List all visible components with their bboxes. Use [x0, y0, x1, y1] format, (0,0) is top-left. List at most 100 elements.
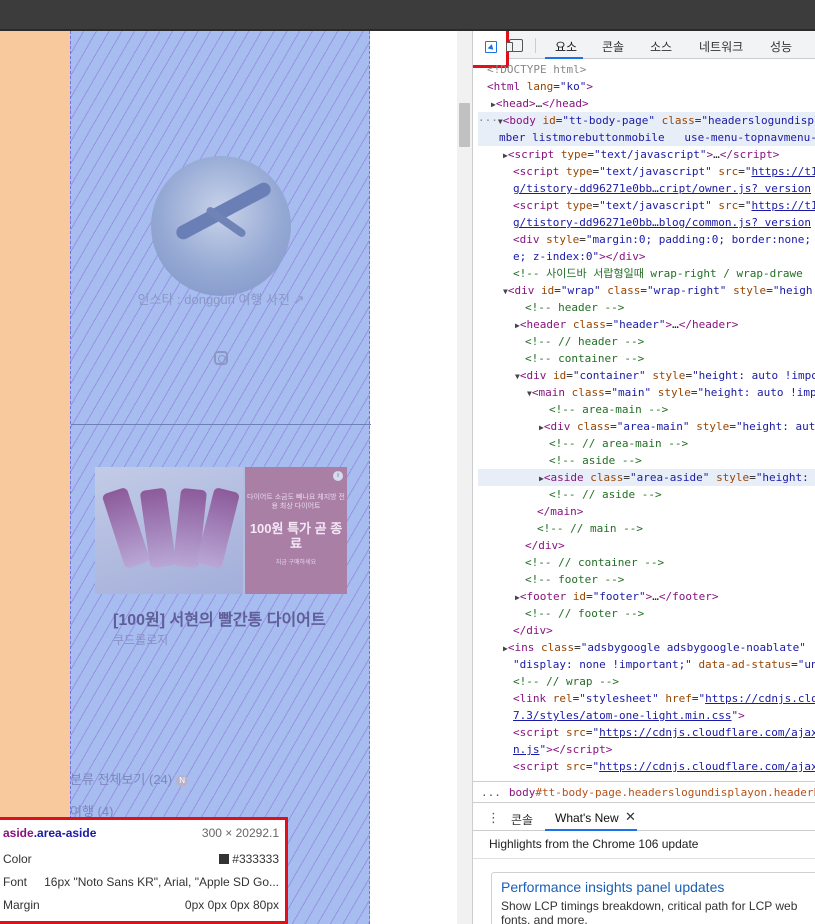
dom-tree-line[interactable]: <!-- header -->: [525, 299, 624, 316]
ad-banner[interactable]: 다이어트 소금도 빼나요 체지방 전용 최상 다이어트 100원 특가 곧 종료…: [95, 467, 347, 594]
dom-tree-line[interactable]: <script type="text/javascript" src="http…: [513, 197, 815, 214]
dom-tree-line[interactable]: g/tistory-dd96271e0bb…blog/common.js? ve…: [513, 214, 811, 231]
tab-sources[interactable]: 소스: [650, 38, 672, 55]
dom-tree-line[interactable]: <!-- aside -->: [549, 452, 642, 469]
breadcrumb-more[interactable]: ...: [473, 786, 509, 799]
dom-tree-line[interactable]: 7.3/styles/atom-one-light.min.css">: [513, 707, 745, 724]
dom-tree-line[interactable]: </main>: [537, 503, 583, 520]
dom-tree-line[interactable]: ▶<div class="area-main" style="height: a…: [539, 418, 815, 435]
dom-tree-line[interactable]: ···▼<body id="tt-body-page" class="heade…: [478, 112, 815, 129]
dom-tree-line[interactable]: <!-- container -->: [525, 350, 644, 367]
drawer-toolbar: ⋮ 콘솔 What's New ✕: [473, 805, 815, 831]
dom-tree-line[interactable]: <!-- // wrap -->: [513, 673, 619, 690]
tooltip-color-value: #333333: [232, 851, 279, 866]
tab-performance[interactable]: 성능: [770, 38, 792, 55]
dom-tree-line[interactable]: <!-- // aside -->: [549, 486, 662, 503]
inspected-aside-highlight: 인스타 : dongguri 여행 사진 ↗ 다이어트 소금도 빼나요 체지방 …: [70, 31, 371, 924]
dom-tree-line[interactable]: n.js"></script>: [513, 741, 612, 758]
breadcrumb-tag[interactable]: body: [509, 786, 536, 799]
dom-tree-line[interactable]: ▶<ins class="adsbygoogle adsbygoogle-noa…: [503, 639, 806, 656]
page-left-background: [0, 31, 70, 924]
tab-network[interactable]: 네트워크: [699, 38, 743, 55]
drawer-menu-icon[interactable]: ⋮: [487, 810, 500, 826]
dom-tree-line[interactable]: </div>: [525, 537, 565, 554]
tooltip-selector: aside.area-aside: [3, 826, 96, 840]
dom-tree-line[interactable]: <script type="text/javascript" src="http…: [513, 163, 815, 180]
ad-promo-panel: 다이어트 소금도 빼나요 체지방 전용 최상 다이어트 100원 특가 곧 종료…: [245, 467, 347, 594]
ad-subtitle[interactable]: 쿠드롤로지: [113, 631, 168, 648]
dom-tree-line[interactable]: <!-- // header -->: [525, 333, 644, 350]
close-icon[interactable]: ✕: [625, 809, 636, 825]
browser-top-bar: [0, 0, 815, 31]
instagram-icon[interactable]: [214, 351, 228, 365]
drawer-tab-console[interactable]: 콘솔: [511, 811, 533, 828]
drawer-tab-whats-new[interactable]: What's New: [555, 811, 619, 825]
breadcrumb: ... body#tt-body-page.headerslogundisplay…: [473, 781, 815, 803]
dom-tree-line[interactable]: ▶<script type="text/javascript">…</scrip…: [503, 146, 779, 163]
dom-tree-line[interactable]: <script src="https://cdnjs.cloudflare.co…: [513, 758, 815, 775]
devtools-toolbar: 요소 콘솔 소스 네트워크 성능: [473, 31, 815, 68]
dom-tree-line[interactable]: <div style="margin:0; padding:0; border:…: [513, 231, 811, 248]
tooltip-size: 300 × 20292.1: [201, 826, 279, 840]
dom-tree-line[interactable]: g/tistory-dd96271e0bb…cript/owner.js? ve…: [513, 180, 811, 197]
tab-console[interactable]: 콘솔: [602, 38, 624, 55]
ad-title[interactable]: [100원] 서현의 빨간통 다이어트: [113, 606, 326, 630]
page-scrollbar[interactable]: [457, 31, 472, 924]
dom-tree-line[interactable]: <!-- // main -->: [537, 520, 643, 537]
dom-tree-line[interactable]: e; z-index:0"></div>: [513, 248, 645, 265]
new-badge: N: [176, 774, 189, 787]
ad-small-text: 다이어트 소금도 빼나요 체지방 전용 최상 다이어트: [247, 494, 345, 510]
instagram-link[interactable]: 인스타 : dongguri 여행 사진 ↗: [71, 289, 371, 308]
dom-tree-line[interactable]: <!-- 사이드바 서랍형일때 wrap-right / wrap-drawe: [513, 265, 803, 282]
color-swatch: [219, 853, 230, 864]
dom-tree-line[interactable]: <script src="https://cdnjs.cloudflare.co…: [513, 724, 815, 741]
whats-new-heading: Highlights from the Chrome 106 update: [489, 837, 699, 851]
aside-divider: [71, 424, 371, 425]
dom-tree-line[interactable]: ▶<footer id="footer">…</footer>: [515, 588, 719, 605]
card-title[interactable]: Performance insights panel updates: [501, 879, 815, 895]
dom-tree-line[interactable]: <!-- // container -->: [525, 554, 664, 571]
tooltip-row-color: Color #333333: [3, 847, 279, 870]
dom-tree-line[interactable]: mber listmorebuttonmobile use-menu-topna…: [478, 129, 815, 146]
tooltip-key: Color: [3, 851, 32, 866]
tooltip-value: 0px 0px 0px 80px: [184, 897, 279, 912]
dom-tree-line[interactable]: <!-- // footer -->: [525, 605, 644, 622]
toolbar-separator: [535, 38, 536, 53]
dom-tree-line[interactable]: <!DOCTYPE html>: [487, 61, 586, 78]
dom-tree-line[interactable]: <!-- // area-main -->: [549, 435, 688, 452]
tooltip-value: #333333: [219, 852, 279, 866]
dom-tree-line[interactable]: <link rel="stylesheet" href="https://cdn…: [513, 690, 815, 707]
category-all-label: 분류 전체보기 (24): [70, 772, 173, 787]
dom-tree-line[interactable]: <html lang="ko">: [487, 78, 593, 95]
dom-tree-line[interactable]: <!-- footer -->: [525, 571, 624, 588]
drawer-divider: [473, 858, 815, 859]
device-toggle-icon[interactable]: [506, 39, 523, 52]
dom-tree-line[interactable]: ▼<main class="main" style="height: auto …: [527, 384, 815, 401]
tooltip-row-margin: Margin 0px 0px 0px 80px: [3, 893, 279, 916]
tooltip-selector-class: .area-aside: [33, 826, 97, 840]
dom-tree-line[interactable]: ▶<aside class="area-aside" style="height…: [478, 469, 815, 486]
dom-tree-line[interactable]: ▶<head>…</head>: [491, 95, 589, 112]
whats-new-card[interactable]: Performance insights panel updates Show …: [491, 872, 815, 924]
tooltip-key: Font: [3, 874, 28, 889]
category-all[interactable]: 분류 전체보기 (24) N: [70, 769, 189, 788]
active-tab-indicator: [545, 57, 583, 59]
profile-photo[interactable]: [151, 156, 291, 296]
airplane-image: [173, 180, 274, 242]
dom-tree-line[interactable]: <!-- area-main -->: [549, 401, 668, 418]
tab-elements[interactable]: 요소: [555, 38, 577, 55]
dom-tree-line[interactable]: </div>: [513, 622, 553, 639]
web-page-viewport: 인스타 : dongguri 여행 사진 ↗ 다이어트 소금도 빼나요 체지방 …: [0, 31, 457, 924]
card-body-line: Show LCP timings breakdown, critical pat…: [501, 899, 798, 913]
dom-tree-line[interactable]: ▼<div id="container" style="height: auto…: [515, 367, 815, 384]
dom-tree-line[interactable]: ▼<div id="wrap" class="wrap-right" style…: [503, 282, 813, 299]
ad-info-icon[interactable]: i: [333, 471, 343, 481]
tooltip-key: Margin: [3, 897, 40, 912]
scrollbar-thumb[interactable]: [459, 103, 470, 147]
dom-tree-line[interactable]: ▶<header class="header">…</header>: [515, 316, 738, 333]
elements-dom-tree[interactable]: <!DOCTYPE html> <html lang="ko"> ▶<head>…<…: [473, 61, 815, 777]
drawer-active-indicator: [545, 829, 637, 831]
dom-tree-line[interactable]: "display: none !important;" data-ad-stat…: [513, 656, 815, 673]
card-body-line: fonts, and more.: [501, 913, 588, 924]
breadcrumb-selector[interactable]: #tt-body-page.headerslogundisplayon.head…: [535, 786, 815, 799]
